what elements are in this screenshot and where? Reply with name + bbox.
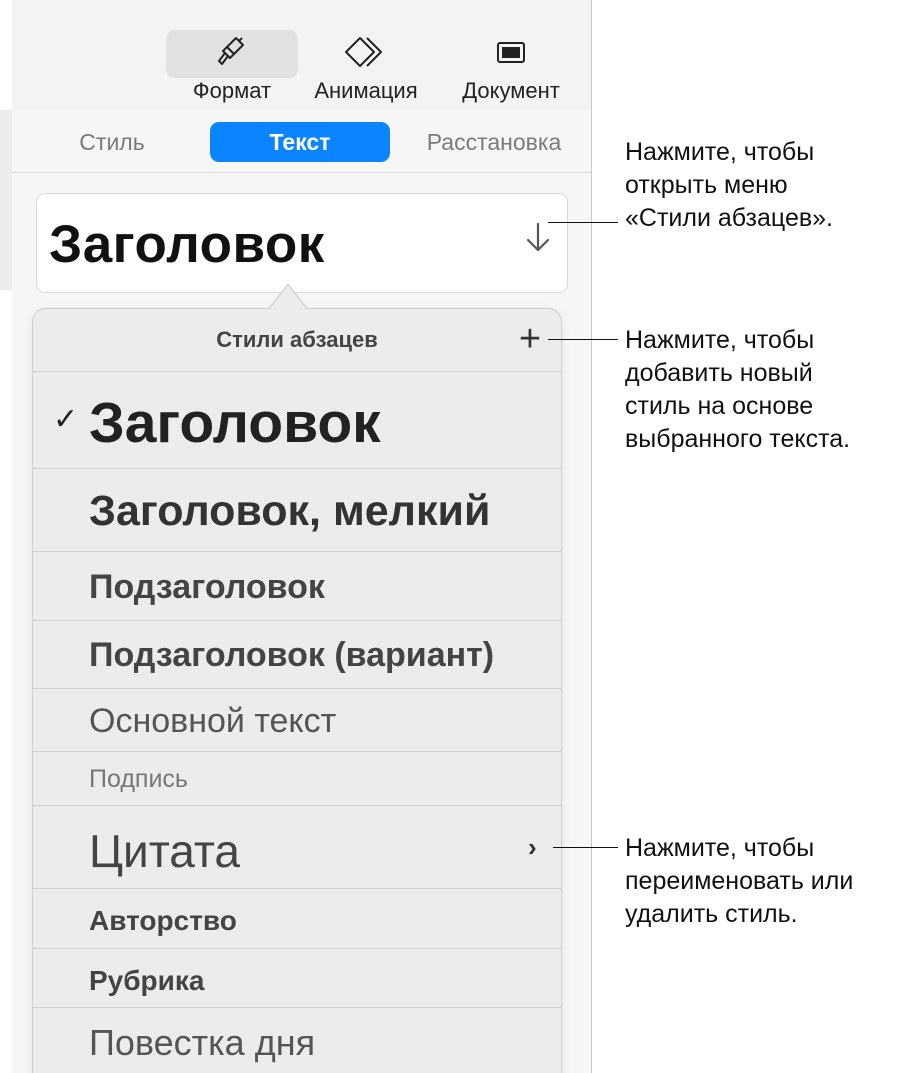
add-style-button[interactable]: + (513, 319, 547, 359)
chevron-right-icon[interactable]: › (528, 832, 537, 863)
style-menu-arrow-icon[interactable] (517, 218, 551, 258)
style-label: Цитата (89, 825, 240, 877)
style-label: Рубрика (89, 965, 205, 996)
toolbar: Формат Анимация Документ (12, 0, 591, 111)
document-screen-icon (497, 42, 525, 63)
format-sidebar: Формат Анимация Документ Стиль Текст Рас… (12, 0, 592, 1073)
style-row-heading[interactable]: Рубрика (33, 948, 561, 1008)
current-paragraph-style: Заголовок (49, 215, 325, 274)
paragraph-styles-popover: Стили абзацев + ✓ Заголовок Заголовок, м… (32, 308, 562, 1073)
paintbrush-icon (218, 37, 244, 65)
style-label: Подзаголовок (89, 568, 325, 606)
format-label: Формат (192, 78, 272, 103)
callout-line-text: Нажмите, чтобы (625, 326, 815, 354)
tab-layout[interactable]: Расстановка (404, 122, 584, 162)
popover-title: Стили абзацев (216, 327, 378, 352)
format-button[interactable]: Формат (166, 30, 298, 108)
style-row-subtitle[interactable]: Подзаголовок (33, 551, 561, 621)
style-row-quote[interactable]: Цитата › (33, 805, 561, 889)
format-tabs: Стиль Текст Расстановка (12, 110, 591, 173)
style-label: Заголовок, мелкий (89, 487, 491, 535)
style-label: Авторство (89, 905, 237, 936)
callout-line-menu (548, 222, 618, 223)
canvas-shade (0, 110, 12, 290)
paragraph-style-selector[interactable]: Заголовок (36, 193, 568, 293)
style-row-caption[interactable]: Подпись (33, 751, 561, 806)
checkmark-icon: ✓ (53, 403, 79, 436)
callout-open-menu: Нажмите, чтобы открыть меню «Стили абзац… (625, 136, 833, 235)
callout-rename-style: Нажмите, чтобы переименовать или удалить… (625, 832, 853, 931)
callout-add-style: Нажмите, чтобы добавить новый стиль на о… (625, 324, 850, 456)
callout-line-text: добавить новый (625, 359, 813, 387)
callout-line-text: стиль на основе (625, 392, 814, 420)
callout-line-rename (553, 847, 618, 848)
callout-line-text: выбранного текста. (625, 425, 851, 453)
popover-header: Стили абзацев + (33, 309, 561, 369)
callout-line-text: Нажмите, чтобы (625, 138, 815, 166)
style-row-attribution[interactable]: Авторство (33, 888, 561, 949)
style-row-agenda[interactable]: Повестка дня (33, 1007, 561, 1073)
document-label: Документ (462, 78, 560, 103)
tab-style[interactable]: Стиль (52, 122, 172, 162)
callout-line-text: удалить стиль. (625, 900, 798, 928)
style-label: Повестка дня (89, 1022, 316, 1063)
animation-diamond-icon (345, 37, 382, 67)
style-label: Заголовок (89, 391, 381, 455)
callout-line-add (548, 339, 618, 340)
animation-button[interactable]: Анимация (303, 30, 429, 108)
callout-line-text: открыть меню (625, 171, 788, 199)
style-label: Основной текст (89, 702, 337, 740)
style-row-title-small[interactable]: Заголовок, мелкий (33, 468, 561, 552)
style-label: Подзаголовок (вариант) (89, 636, 495, 674)
tab-text[interactable]: Текст (210, 122, 390, 162)
callout-line-text: «Стили абзацев». (625, 204, 833, 232)
style-row-subtitle-variant[interactable]: Подзаголовок (вариант) (33, 620, 561, 689)
document-button[interactable]: Документ (448, 30, 574, 108)
animation-label: Анимация (314, 78, 418, 103)
style-label: Подпись (89, 765, 188, 793)
style-row-title[interactable]: ✓ Заголовок (33, 371, 561, 469)
callout-line-text: переименовать или (625, 867, 854, 895)
callout-line-text: Нажмите, чтобы (625, 834, 815, 862)
style-row-body[interactable]: Основной текст (33, 688, 561, 752)
